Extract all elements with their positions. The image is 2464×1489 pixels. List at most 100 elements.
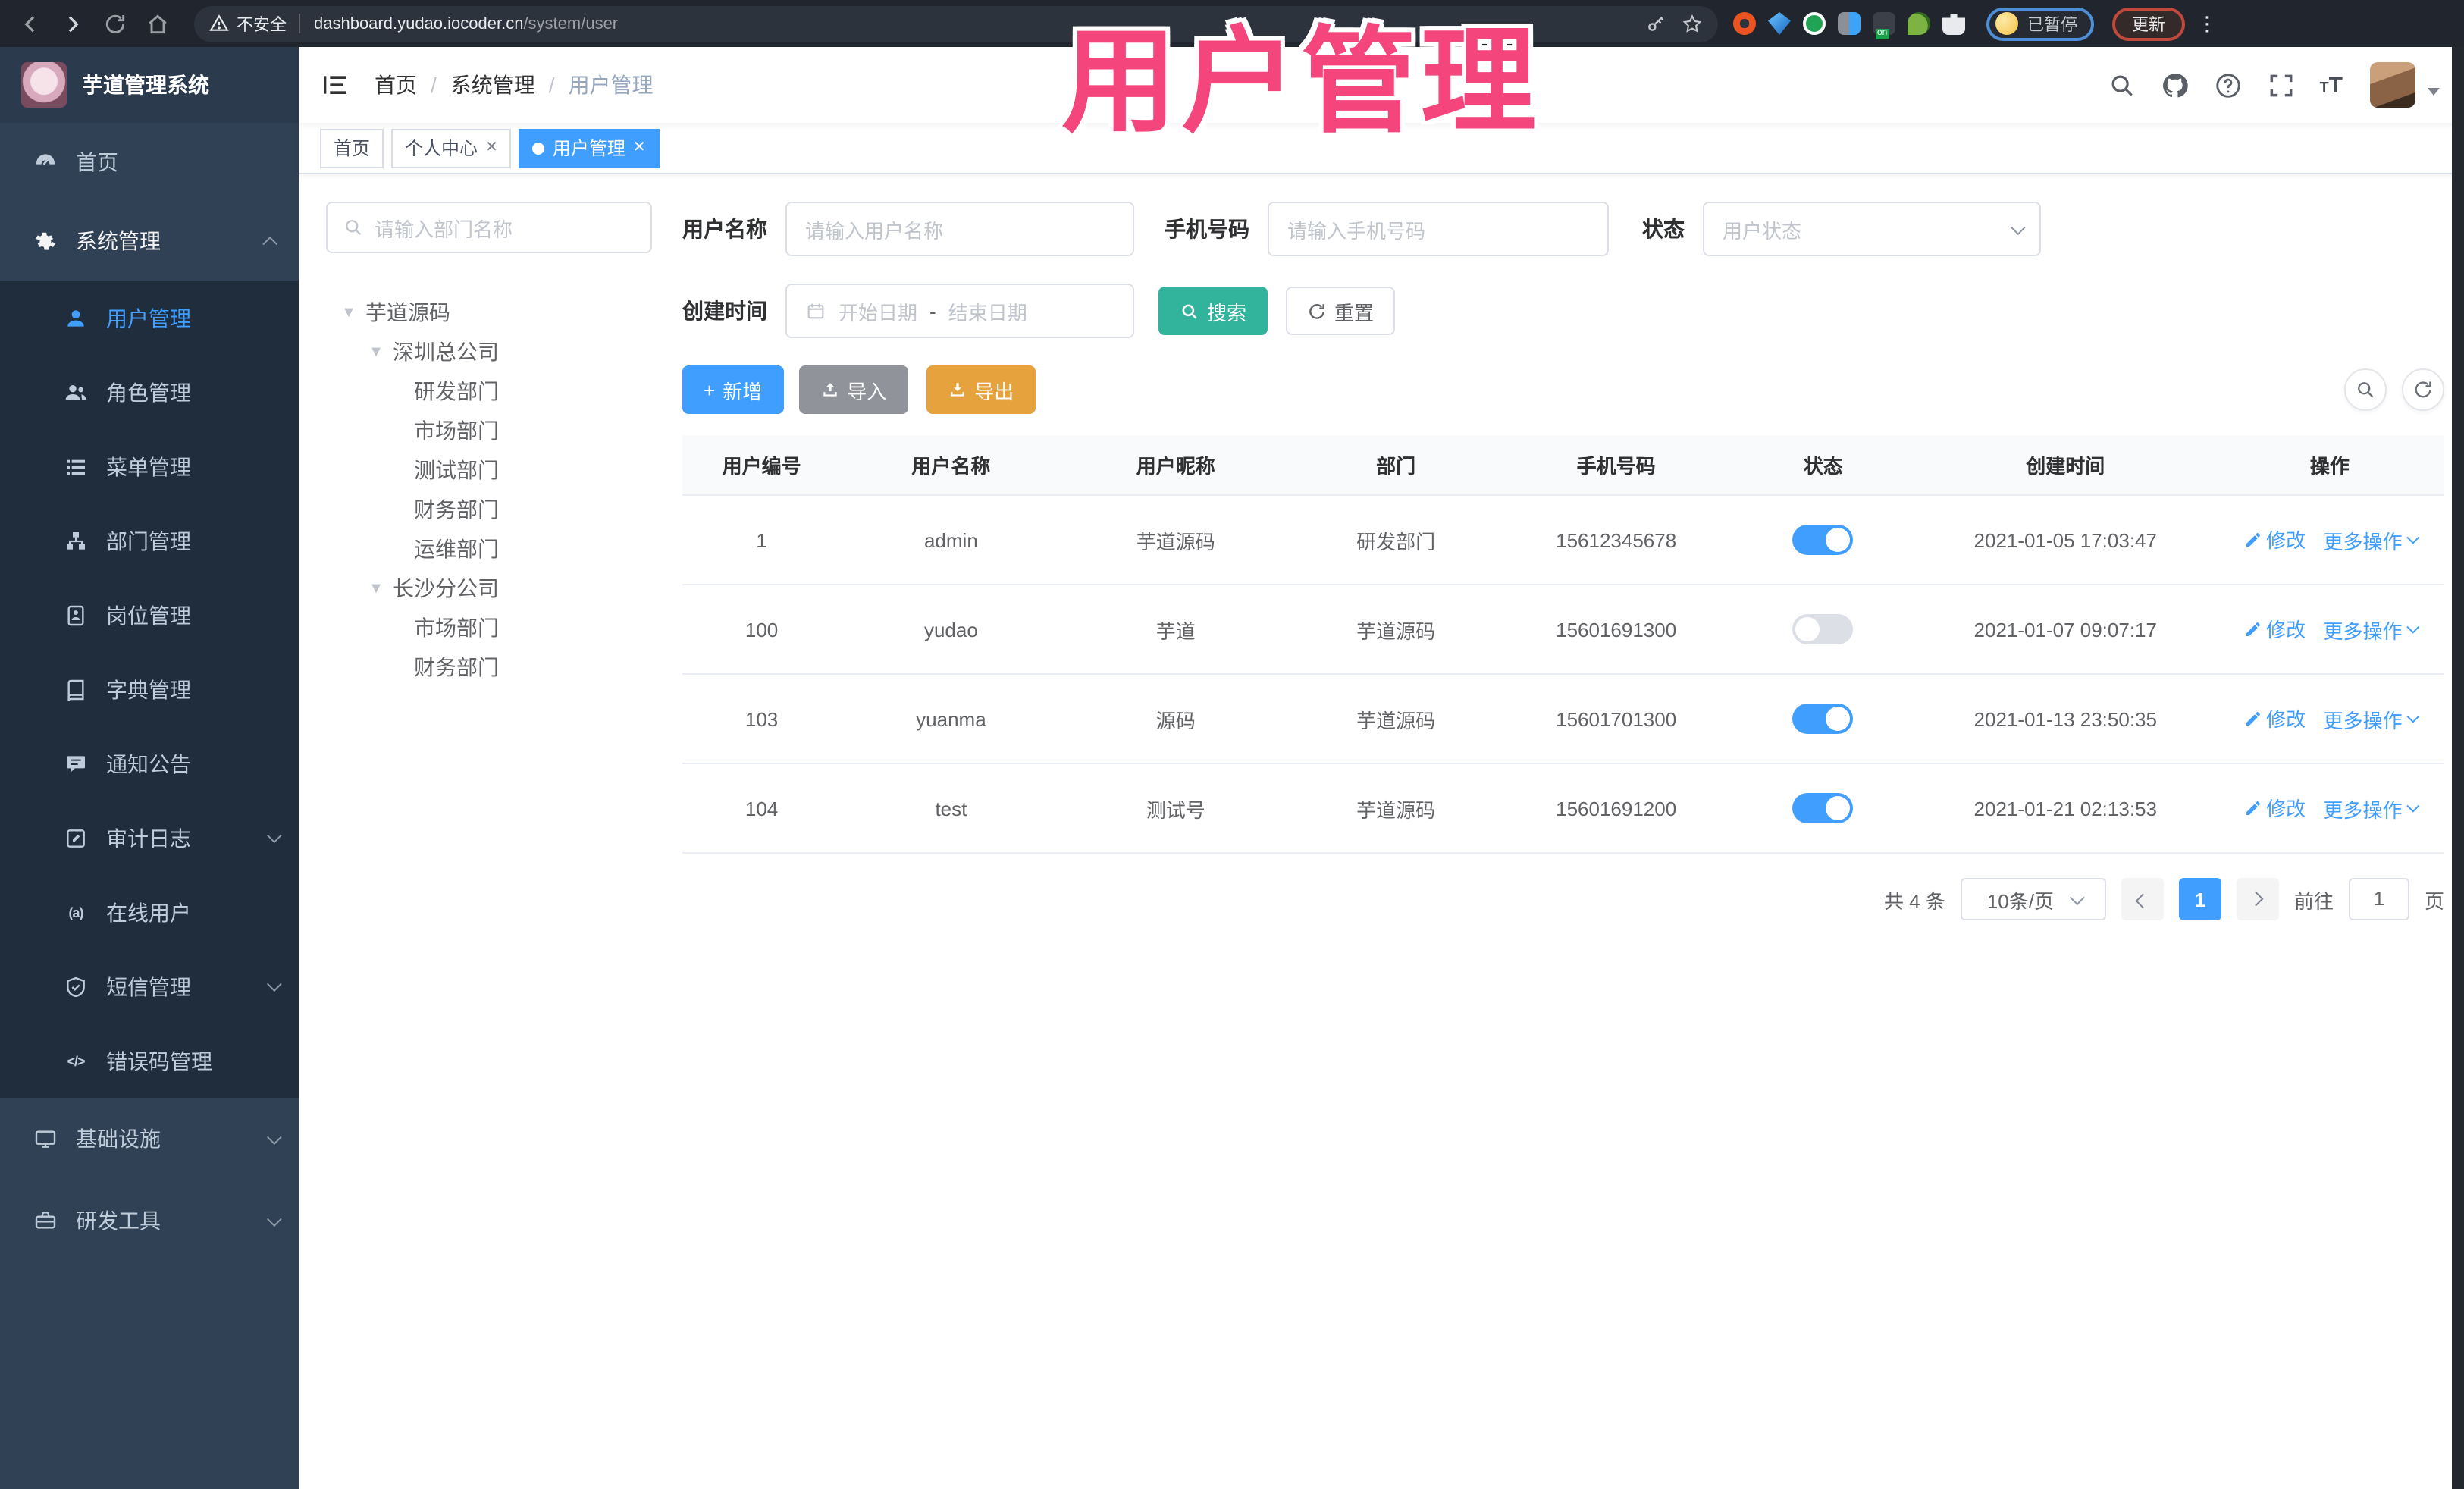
- more-actions-link[interactable]: 更多操作: [2323, 526, 2420, 555]
- edit-link[interactable]: 修改: [2243, 704, 2306, 733]
- sidebar-item-errorcode-mgmt[interactable]: </> 错误码管理: [0, 1023, 299, 1098]
- security-label[interactable]: 不安全: [237, 11, 287, 36]
- sidebar-item-notice[interactable]: 通知公告: [0, 726, 299, 801]
- home-icon[interactable]: [146, 11, 170, 36]
- forward-icon[interactable]: [61, 11, 85, 36]
- green-leaf-extension-icon[interactable]: [1908, 12, 1930, 35]
- header-search-icon[interactable]: [2107, 71, 2136, 99]
- prev-page-button[interactable]: [2121, 878, 2164, 920]
- status-toggle[interactable]: [1792, 525, 1854, 555]
- bookmark-star-icon[interactable]: [1682, 13, 1703, 34]
- tag-home[interactable]: 首页: [320, 128, 384, 168]
- export-button[interactable]: 导出: [926, 365, 1036, 414]
- date-range-picker[interactable]: 开始日期 - 结束日期: [785, 284, 1134, 338]
- more-actions-link[interactable]: 更多操作: [2323, 795, 2420, 823]
- sidebar-item-role-mgmt[interactable]: 角色管理: [0, 355, 299, 429]
- tag-user-mgmt[interactable]: 用户管理 ✕: [519, 128, 660, 168]
- search-icon: [2358, 382, 2374, 398]
- font-size-icon[interactable]: TT: [2319, 72, 2343, 98]
- mobile-input[interactable]: 请输入手机号码: [1268, 202, 1609, 256]
- tag-profile[interactable]: 个人中心 ✕: [391, 128, 512, 168]
- goto-label: 前往: [2293, 889, 2334, 912]
- fullscreen-icon[interactable]: [2266, 71, 2295, 99]
- breadcrumb-system[interactable]: 系统管理: [450, 70, 535, 100]
- github-icon[interactable]: [2160, 71, 2189, 99]
- grid-extension-icon[interactable]: [1838, 12, 1861, 35]
- address-bar[interactable]: 不安全 dashboard.yudao.iocoder.cn/system/us…: [194, 5, 1718, 42]
- edit-link[interactable]: 修改: [2243, 794, 2306, 823]
- close-icon[interactable]: ✕: [633, 139, 646, 156]
- green-circle-extension-icon[interactable]: [1803, 12, 1826, 35]
- window-scrollbar[interactable]: [2452, 47, 2464, 1489]
- online-users-icon: (a): [68, 904, 84, 920]
- password-key-icon[interactable]: [1645, 13, 1666, 34]
- add-button[interactable]: + 新增: [682, 365, 784, 414]
- browser-menu-icon[interactable]: ⋮: [2197, 11, 2217, 36]
- refresh-table-button[interactable]: [2402, 368, 2444, 411]
- avatar-caret-down-icon[interactable]: [2428, 87, 2440, 95]
- orange-circle-extension-icon[interactable]: [1733, 12, 1756, 35]
- sidebar-item-online-users[interactable]: (a) 在线用户: [0, 875, 299, 949]
- breadcrumb-home[interactable]: 首页: [375, 70, 417, 100]
- tree-node-leaf[interactable]: 测试部门: [326, 450, 652, 490]
- sidebar-item-infra[interactable]: 基础设施: [0, 1098, 299, 1180]
- sidebar-item-dept-mgmt[interactable]: 部门管理: [0, 503, 299, 578]
- edit-link[interactable]: 修改: [2243, 525, 2306, 554]
- user-avatar[interactable]: [2370, 62, 2415, 108]
- search-button[interactable]: 搜索: [1158, 287, 1268, 335]
- edit-link[interactable]: 修改: [2243, 615, 2306, 644]
- current-page[interactable]: 1: [2178, 878, 2221, 920]
- puzzle-extension-icon[interactable]: [1942, 14, 1965, 35]
- toggle-search-button[interactable]: [2344, 368, 2387, 411]
- caret-expanded-icon[interactable]: ▼: [365, 580, 387, 597]
- goto-page-input[interactable]: 1: [2348, 878, 2409, 920]
- app-logo-row[interactable]: 芋道管理系统: [0, 47, 299, 123]
- status-toggle[interactable]: [1792, 704, 1854, 734]
- page-size-select[interactable]: 10条/页: [1960, 878, 2106, 920]
- sidebar-item-user-mgmt[interactable]: 用户管理: [0, 281, 299, 355]
- status-select[interactable]: 用户状态: [1703, 202, 2041, 256]
- status-toggle[interactable]: [1792, 793, 1854, 823]
- sidebar-item-audit-log[interactable]: 审计日志: [0, 801, 299, 875]
- import-button[interactable]: 导入: [798, 365, 908, 414]
- reload-icon[interactable]: [103, 11, 127, 36]
- help-icon[interactable]: [2213, 71, 2242, 99]
- caret-expanded-icon[interactable]: ▼: [365, 343, 387, 360]
- more-actions-link[interactable]: 更多操作: [2323, 705, 2420, 734]
- user-table: 用户编号 用户名称 用户昵称 部门 手机号码 状态 创建时间 操作 1 admi…: [682, 435, 2444, 854]
- browser-update-button[interactable]: 更新: [2112, 7, 2185, 40]
- sidebar-item-post-mgmt[interactable]: 岗位管理: [0, 578, 299, 652]
- tree-node-company[interactable]: ▼ 深圳总公司: [326, 332, 652, 371]
- sidebar-item-menu-mgmt[interactable]: 菜单管理: [0, 429, 299, 503]
- start-date-placeholder: 开始日期: [839, 301, 918, 324]
- blue-gem-extension-icon[interactable]: [1768, 12, 1791, 35]
- sidebar-item-system[interactable]: 系统管理: [0, 202, 299, 281]
- tree-node-leaf[interactable]: 财务部门: [326, 490, 652, 529]
- tree-node-leaf[interactable]: 运维部门: [326, 529, 652, 569]
- tree-node-root[interactable]: ▼ 芋道源码: [326, 293, 652, 332]
- status-toggle[interactable]: [1792, 614, 1854, 644]
- more-actions-link[interactable]: 更多操作: [2323, 616, 2420, 644]
- tree-node-leaf[interactable]: 市场部门: [326, 411, 652, 450]
- sidebar-item-dict-mgmt[interactable]: 字典管理: [0, 652, 299, 726]
- sidebar-item-sms-mgmt[interactable]: 短信管理: [0, 949, 299, 1023]
- tree-node-leaf[interactable]: 财务部门: [326, 647, 652, 687]
- profile-paused-pill[interactable]: 已暂停: [1986, 7, 2094, 40]
- back-icon[interactable]: [18, 11, 42, 36]
- url-host[interactable]: dashboard.yudao.iocoder.cn: [314, 14, 523, 33]
- reset-button[interactable]: 重置: [1286, 287, 1396, 335]
- table-toolbar: + 新增 导入 导出: [682, 365, 2444, 414]
- url-path[interactable]: /system/user: [523, 14, 618, 33]
- close-icon[interactable]: ✕: [485, 139, 498, 156]
- tree-node-company[interactable]: ▼ 长沙分公司: [326, 569, 652, 608]
- sidebar-item-devtools[interactable]: 研发工具: [0, 1180, 299, 1262]
- username-input[interactable]: 请输入用户名称: [785, 202, 1134, 256]
- sidebar-item-home[interactable]: 首页: [0, 123, 299, 202]
- sidebar-fold-icon[interactable]: [320, 70, 350, 100]
- tree-node-leaf[interactable]: 市场部门: [326, 608, 652, 647]
- dept-search-input[interactable]: 请输入部门名称: [326, 202, 652, 253]
- next-page-button[interactable]: [2236, 878, 2279, 920]
- tree-node-leaf[interactable]: 研发部门: [326, 371, 652, 411]
- switch-on-extension-icon[interactable]: [1873, 12, 1895, 39]
- caret-expanded-icon[interactable]: ▼: [338, 304, 359, 321]
